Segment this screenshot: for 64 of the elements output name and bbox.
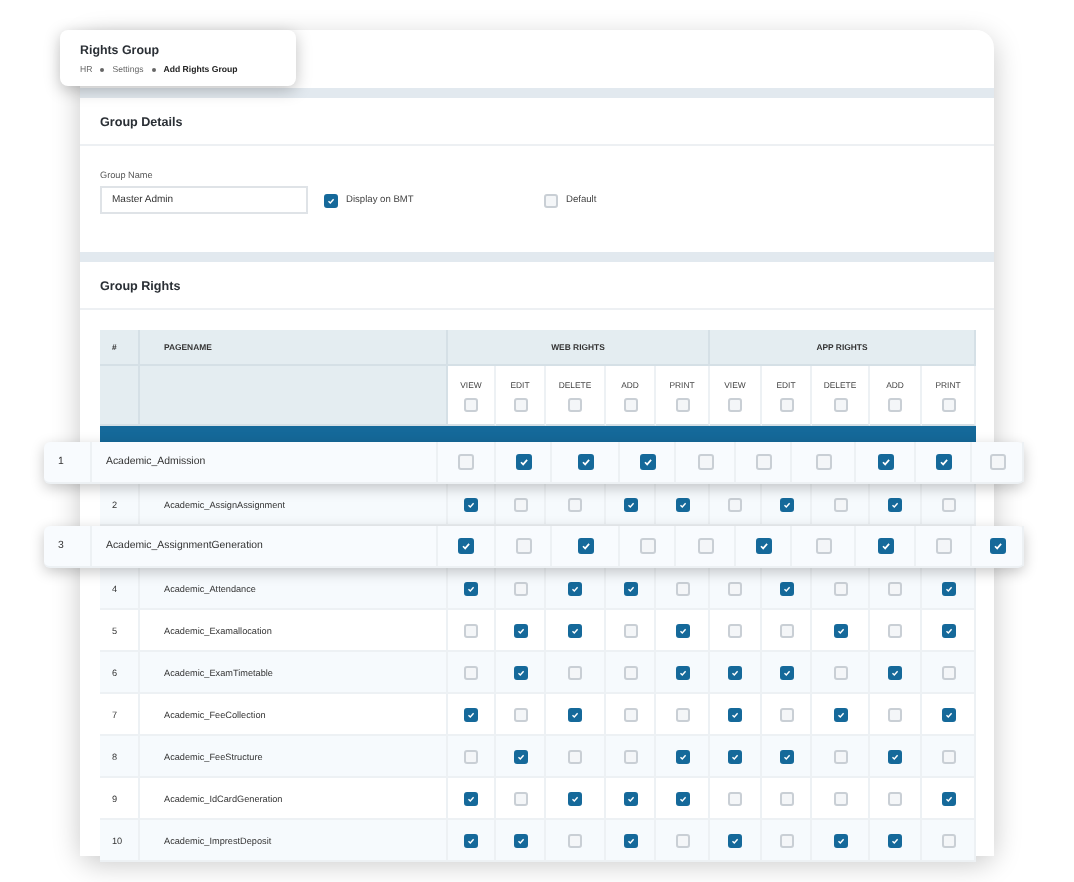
right-checkbox[interactable] xyxy=(877,454,893,470)
right-checkbox[interactable] xyxy=(941,707,955,721)
right-checkbox[interactable] xyxy=(464,581,478,595)
right-checkbox[interactable] xyxy=(513,833,527,847)
right-checkbox[interactable] xyxy=(623,581,637,595)
right-checkbox[interactable] xyxy=(728,749,742,763)
right-checkbox[interactable] xyxy=(577,538,593,554)
right-checkbox[interactable] xyxy=(755,538,771,554)
right-checkbox[interactable] xyxy=(675,791,689,805)
right-checkbox[interactable] xyxy=(728,665,742,679)
right-checkbox[interactable] xyxy=(779,665,793,679)
right-checkbox[interactable] xyxy=(513,665,527,679)
right-checkbox[interactable] xyxy=(935,454,951,470)
select-all-checkbox[interactable] xyxy=(888,397,902,411)
right-checkbox[interactable] xyxy=(779,497,793,511)
select-all-checkbox[interactable] xyxy=(779,397,793,411)
select-all-checkbox[interactable] xyxy=(464,397,478,411)
right-checkbox[interactable] xyxy=(568,581,582,595)
right-checkbox[interactable] xyxy=(623,791,637,805)
right-checkbox[interactable] xyxy=(888,665,902,679)
right-checkbox[interactable] xyxy=(728,707,742,721)
select-all-checkbox[interactable] xyxy=(675,397,689,411)
right-checkbox[interactable] xyxy=(464,497,478,511)
breadcrumb-separator-icon xyxy=(100,67,105,71)
right-checkbox[interactable] xyxy=(833,833,847,847)
right-checkbox[interactable] xyxy=(568,707,582,721)
right-checkbox[interactable] xyxy=(513,749,527,763)
select-all-checkbox[interactable] xyxy=(941,397,955,411)
right-checkbox[interactable] xyxy=(833,623,847,637)
right-checkbox[interactable] xyxy=(877,538,893,554)
right-checkbox[interactable] xyxy=(513,623,527,637)
select-all-checkbox[interactable] xyxy=(728,397,742,411)
right-checkbox[interactable] xyxy=(623,497,637,511)
right-checkbox[interactable] xyxy=(779,749,793,763)
right-checkbox[interactable] xyxy=(568,791,582,805)
select-all-checkbox[interactable] xyxy=(513,397,527,411)
right-checkbox[interactable] xyxy=(941,581,955,595)
breadcrumb-separator-icon xyxy=(151,67,156,71)
right-checkbox[interactable] xyxy=(728,833,742,847)
right-checkbox[interactable] xyxy=(833,707,847,721)
right-checkbox[interactable] xyxy=(675,665,689,679)
right-checkbox[interactable] xyxy=(639,454,655,470)
right-checkbox[interactable] xyxy=(458,538,474,554)
right-checkbox[interactable] xyxy=(888,497,902,511)
right-checkbox[interactable] xyxy=(464,791,478,805)
right-checkbox[interactable] xyxy=(464,833,478,847)
right-checkbox[interactable] xyxy=(888,749,902,763)
right-checkbox[interactable] xyxy=(989,538,1005,554)
select-all-checkbox[interactable] xyxy=(833,397,847,411)
right-checkbox[interactable] xyxy=(675,497,689,511)
right-checkbox[interactable] xyxy=(464,707,478,721)
select-all-checkbox[interactable] xyxy=(568,397,582,411)
right-checkbox[interactable] xyxy=(941,791,955,805)
right-checkbox[interactable] xyxy=(888,833,902,847)
right-checkbox[interactable] xyxy=(941,623,955,637)
right-checkbox[interactable] xyxy=(779,581,793,595)
right-checkbox[interactable] xyxy=(515,454,531,470)
right-checkbox[interactable] xyxy=(577,454,593,470)
right-checkbox[interactable] xyxy=(623,833,637,847)
right-checkbox[interactable] xyxy=(675,749,689,763)
checkbox[interactable] xyxy=(324,193,338,207)
right-checkbox[interactable] xyxy=(675,623,689,637)
right-checkbox[interactable] xyxy=(568,623,582,637)
select-all-checkbox[interactable] xyxy=(623,397,637,411)
